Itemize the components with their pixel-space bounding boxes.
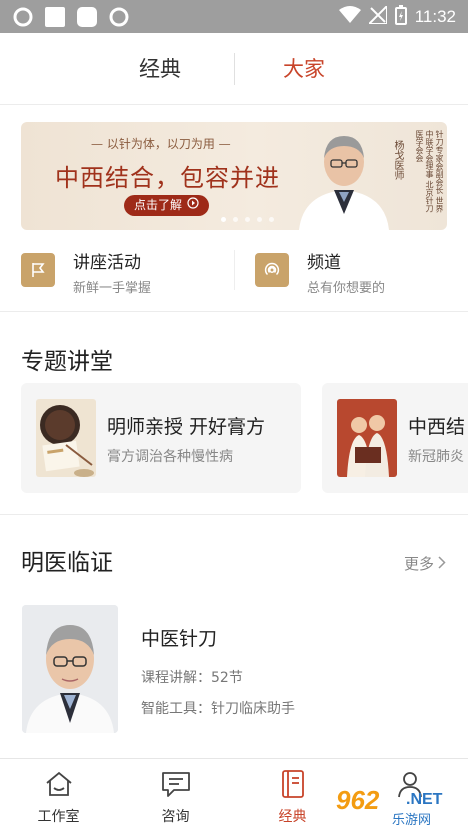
notification-rounded-icon: [76, 6, 98, 28]
banner-doctor-title: 针刀专家会副会长 世界中联学会理事 北京针刀医学会会: [415, 130, 444, 213]
pager-dot: [233, 217, 238, 222]
banner-doctor-image: [289, 124, 399, 230]
book-icon: [277, 768, 309, 800]
battery-charging-icon: [394, 5, 407, 29]
pager-dot: [257, 217, 262, 222]
section-title-special-lectures: 专题讲堂: [21, 349, 113, 375]
sync-icon: [108, 6, 130, 28]
chat-icon: [160, 768, 192, 800]
lecture-cover-image: [36, 399, 96, 477]
notification-square-icon: [44, 6, 66, 28]
flag-icon: [21, 253, 55, 287]
site-watermark: 962 .NET 乐游网: [332, 781, 464, 829]
banner-button-label: 点击了解: [134, 198, 183, 212]
lecture-card-subtitle: 膏方调治各种慢性病: [107, 449, 233, 465]
pager-dot: [245, 217, 250, 222]
doctor-photo: [22, 605, 118, 733]
tab-label: 经典: [278, 809, 307, 825]
section-divider: [0, 311, 468, 312]
tab-masters[interactable]: 大家: [283, 53, 325, 83]
quick-links-divider: [234, 250, 235, 290]
watermark-suffix: .NET: [406, 791, 443, 808]
quick-link-subtitle: 总有你想要的: [307, 281, 386, 296]
tab-workspace[interactable]: 工作室: [0, 759, 117, 834]
wifi-icon: [338, 6, 361, 28]
lecture-cover-image: [337, 399, 397, 477]
play-circle-icon: [187, 195, 199, 216]
course-tool: 智能工具：针刀临床助手: [141, 701, 295, 717]
banner-slogan: — 以针为体，以刀为用 —: [91, 137, 231, 151]
status-time: 11:32: [414, 7, 456, 26]
lecture-card-title: 中西结: [408, 416, 466, 438]
quick-link-subtitle: 新鲜一手掌握: [73, 281, 152, 296]
course-lessons: 课程讲解：52节: [141, 670, 243, 686]
lecture-card[interactable]: 中西结 新冠肺炎: [322, 383, 468, 493]
bottom-tab-bar: 工作室 咨询 经典 962 .NET 乐游网: [0, 758, 468, 833]
tab-classic[interactable]: 经典: [139, 53, 181, 83]
banner-headline: 中西结合，包容并进: [55, 164, 280, 192]
status-bar: 11:32: [0, 0, 468, 33]
signal-off-icon: [366, 3, 388, 28]
tab-label: 咨询: [161, 809, 190, 825]
banner-learn-more-button[interactable]: 点击了解: [124, 195, 210, 216]
banner-doctor-name: 杨戈医师: [392, 140, 403, 180]
lecture-card[interactable]: 明师亲授 开好膏方 膏方调治各种慢性病: [21, 383, 301, 493]
home-icon: [43, 768, 75, 800]
pager-dot: [221, 217, 226, 222]
tab-label: 工作室: [37, 809, 80, 825]
more-link[interactable]: 更多: [404, 553, 446, 574]
sync-icon: [12, 6, 34, 28]
top-tab-bar: 经典 大家: [0, 33, 468, 105]
tab-consult[interactable]: 咨询: [117, 759, 234, 834]
more-label: 更多: [403, 555, 434, 573]
lecture-card-subtitle: 新冠肺炎: [408, 449, 464, 465]
promo-banner[interactable]: — 以针为体，以刀为用 — 中西结合，包容并进 点击了解 杨戈医师 针刀专家会副…: [21, 122, 447, 230]
quick-links: 讲座活动 新鲜一手掌握 频道 总有你想要的: [0, 248, 468, 296]
watermark-brand: 962: [336, 785, 380, 815]
chevron-right-icon: [438, 555, 446, 573]
course-title: 中医针刀: [141, 628, 218, 650]
quick-link-lectures[interactable]: 讲座活动 新鲜一手掌握: [21, 248, 151, 296]
quick-link-title: 讲座活动: [73, 253, 141, 273]
lecture-card-title: 明师亲授 开好膏方: [107, 416, 266, 438]
pager-dot: [269, 217, 274, 222]
lecture-carousel[interactable]: 明师亲授 开好膏方 膏方调治各种慢性病 中西结 新冠肺炎: [21, 383, 468, 493]
broadcast-icon: [255, 253, 289, 287]
section-title-famous-doctors: 明医临证: [21, 550, 113, 576]
section-divider: [0, 514, 468, 515]
quick-link-channels[interactable]: 频道 总有你想要的: [255, 248, 385, 296]
banner-pager: [221, 217, 274, 222]
watermark-cn: 乐游网: [392, 813, 432, 828]
quick-link-title: 频道: [307, 253, 341, 273]
tab-divider: [234, 53, 235, 85]
